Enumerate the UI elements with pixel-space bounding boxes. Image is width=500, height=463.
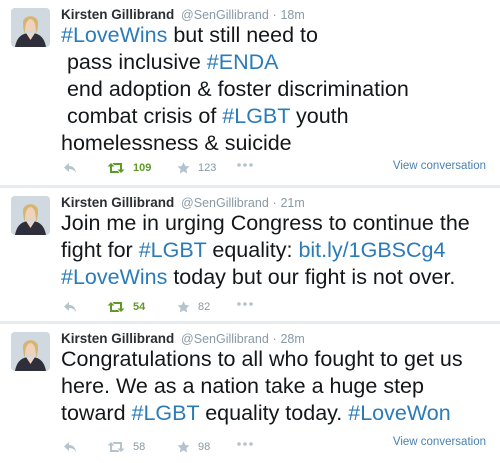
tweet-text-segment: youth xyxy=(290,104,349,128)
view-conversation-link[interactable]: View conversation xyxy=(393,160,486,172)
avatar[interactable] xyxy=(11,8,50,47)
author-name[interactable]: Kirsten Gillibrand xyxy=(61,7,174,22)
reply-icon xyxy=(63,301,77,313)
retweet-count: 109 xyxy=(133,162,152,174)
tweet-text-segment: fight for xyxy=(61,238,139,262)
star-icon xyxy=(177,301,190,313)
reply-button[interactable] xyxy=(63,441,77,453)
tweet-actions: 109 123 xyxy=(63,162,263,178)
more-button[interactable] xyxy=(237,162,253,168)
retweet-count: 58 xyxy=(133,441,146,453)
favorite-count: 98 xyxy=(198,441,211,453)
more-icon xyxy=(237,441,253,447)
author-name[interactable]: Kirsten Gillibrand xyxy=(61,331,174,346)
hashtag-link[interactable]: #LGBT xyxy=(222,104,290,128)
timeline: Kirsten Gillibrand @SenGillibrand · 18m … xyxy=(0,0,500,463)
retweet-button[interactable]: 54 xyxy=(107,301,145,313)
retweet-button[interactable]: 109 xyxy=(107,162,151,174)
tweet-text-segment: toward xyxy=(61,401,132,425)
tweet[interactable]: Kirsten Gillibrand @SenGillibrand · 18m … xyxy=(0,0,500,185)
hashtag-link[interactable]: #LGBT xyxy=(139,238,207,262)
tweet-header: Kirsten Gillibrand @SenGillibrand · 28m xyxy=(61,331,305,347)
more-button[interactable] xyxy=(237,441,253,447)
retweet-icon xyxy=(107,441,125,453)
timestamp[interactable]: 28m xyxy=(280,332,304,346)
avatar[interactable] xyxy=(11,332,50,371)
tweet[interactable]: Kirsten Gillibrand @SenGillibrand · 28m … xyxy=(0,324,500,463)
tweet-text-line: Join me in urging Congress to continue t… xyxy=(61,210,497,237)
avatar[interactable] xyxy=(11,196,50,235)
retweet-count: 54 xyxy=(133,301,146,313)
favorite-button[interactable]: 82 xyxy=(177,301,210,313)
tweet-text-segment: Join me in urging Congress to continue t… xyxy=(61,211,470,235)
tweet-text-line: #LoveWins but still need to xyxy=(61,22,497,49)
tweet-text-segment: end adoption & foster discrimination xyxy=(61,77,409,101)
author-handle[interactable]: @SenGillibrand xyxy=(181,196,269,210)
tweet-text-line: fight for #LGBT equality: bit.ly/1GBSCg4 xyxy=(61,237,497,264)
tweet-text-segment: homelessness & suicide xyxy=(61,131,292,155)
hashtag-link[interactable]: #ENDA xyxy=(207,50,279,74)
tweet-actions: 58 98 xyxy=(63,441,263,457)
tweet-text-segment: combat crisis of xyxy=(61,104,223,128)
separator: · xyxy=(272,332,277,346)
tweet-text-line: pass inclusive #ENDA xyxy=(61,49,497,76)
tweet-text-segment: Congratulations to all who fought to get… xyxy=(61,347,463,371)
hashtag-link[interactable]: #LGBT xyxy=(132,401,200,425)
tweet-text-line: here. We as a nation take a huge step xyxy=(61,373,497,400)
author-handle[interactable]: @SenGillibrand xyxy=(181,332,269,346)
tweet-text-segment: here. We as a nation take a huge step xyxy=(61,374,424,398)
tweet-text-segment: but still need to xyxy=(167,23,318,47)
tweet-text-line: Congratulations to all who fought to get… xyxy=(61,346,497,373)
hashtag-link[interactable]: #LoveWins xyxy=(61,265,167,289)
author-name[interactable]: Kirsten Gillibrand xyxy=(61,195,174,210)
more-icon xyxy=(237,162,253,168)
tweet-text-line: combat crisis of #LGBT youth xyxy=(61,103,497,130)
tweet-actions: 54 82 xyxy=(63,301,263,317)
retweet-icon xyxy=(107,162,125,174)
star-icon xyxy=(177,441,190,453)
favorite-count: 123 xyxy=(198,162,217,174)
tweet-text-line: end adoption & foster discrimination xyxy=(61,76,497,103)
link[interactable]: bit.ly/1GBSCg4 xyxy=(298,238,445,262)
star-icon xyxy=(177,162,190,174)
tweet-header: Kirsten Gillibrand @SenGillibrand · 18m xyxy=(61,7,305,23)
reply-icon xyxy=(63,162,77,174)
tweet[interactable]: Kirsten Gillibrand @SenGillibrand · 21m … xyxy=(0,188,500,321)
reply-button[interactable] xyxy=(63,162,77,174)
reply-button[interactable] xyxy=(63,301,77,313)
separator: · xyxy=(272,8,277,22)
tweet-text-segment: pass inclusive xyxy=(61,50,207,74)
timestamp[interactable]: 21m xyxy=(280,196,304,210)
reply-icon xyxy=(63,441,77,453)
tweet-text-segment: equality today. xyxy=(199,401,349,425)
favorite-button[interactable]: 98 xyxy=(177,441,210,453)
tweet-text-segment: equality: xyxy=(206,238,299,262)
tweet-text-line: toward #LGBT equality today. #LoveWon xyxy=(61,400,497,427)
tweet-text-line: #LoveWins today but our fight is not ove… xyxy=(61,264,497,291)
tweet-text: Congratulations to all who fought to get… xyxy=(61,346,497,427)
retweet-button[interactable]: 58 xyxy=(107,441,145,453)
separator: · xyxy=(272,196,277,210)
timestamp[interactable]: 18m xyxy=(280,8,304,22)
author-handle[interactable]: @SenGillibrand xyxy=(181,8,269,22)
hashtag-link[interactable]: #LoveWins xyxy=(61,23,167,47)
more-button[interactable] xyxy=(237,301,253,307)
tweet-text-line: homelessness & suicide xyxy=(61,130,497,157)
tweet-header: Kirsten Gillibrand @SenGillibrand · 21m xyxy=(61,195,305,211)
tweet-text: Join me in urging Congress to continue t… xyxy=(61,210,497,291)
favorite-button[interactable]: 123 xyxy=(177,162,216,174)
tweet-text: #LoveWins but still need to pass inclusi… xyxy=(61,22,497,157)
more-icon xyxy=(237,301,253,307)
view-conversation-link[interactable]: View conversation xyxy=(393,436,486,448)
tweet-text-segment: today but our fight is not over. xyxy=(167,265,456,289)
hashtag-link[interactable]: #LoveWon xyxy=(348,401,450,425)
favorite-count: 82 xyxy=(198,301,211,313)
retweet-icon xyxy=(107,301,125,313)
